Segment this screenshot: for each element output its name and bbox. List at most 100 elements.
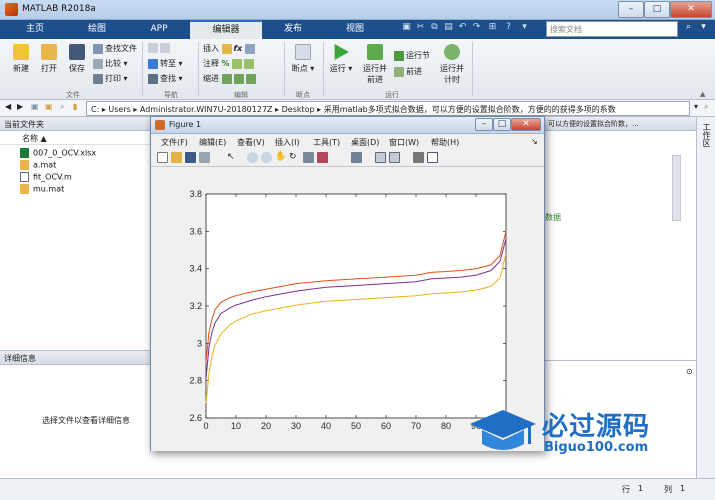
search-folder-icon[interactable]: ⌕ [60,102,64,112]
tab-publish[interactable]: 发布 [262,20,324,39]
tab-home[interactable]: 主页 [4,20,66,39]
figure-maximize-button[interactable]: □ [493,118,511,131]
menu-help[interactable]: 帮助(H) [431,137,459,148]
colorbar-icon[interactable] [375,152,386,163]
name-column-header[interactable]: 名称 ▲ [22,133,47,144]
hide-plot-tools-icon[interactable] [413,152,424,163]
open-button[interactable]: 打开 [36,44,62,74]
uncomment-icon [244,58,255,69]
save-figure-icon[interactable] [185,152,196,163]
group-label-breakpoints: 断点 [296,91,310,99]
group-label-navigate: 导航 [164,91,178,99]
menu-tools[interactable]: 工具(T) [313,137,340,148]
command-window-dropdown-icon[interactable]: ⊙ [686,367,693,376]
advance-button[interactable]: 前进 [394,66,422,77]
mat-file-icon [20,160,29,170]
save-button[interactable]: 保存 [64,44,90,74]
link-plot-icon[interactable] [351,152,362,163]
browse-folder-icon[interactable]: ▣ [31,102,39,111]
figure-window[interactable]: Figure 1 – □ ✕ 文件(F) 编辑(E) 查看(V) 插入(I) 工… [150,116,545,451]
maximize-button[interactable]: □ [644,1,670,18]
compare-button[interactable]: 比较 ▾ [93,58,128,69]
breakpoints-button[interactable]: 断点 ▾ [290,44,316,74]
show-plot-tools-icon[interactable] [427,152,438,163]
zoom-in-icon[interactable] [247,152,258,163]
new-button[interactable]: 新建 [8,44,34,74]
menu-window[interactable]: 窗口(W) [389,137,419,148]
current-path-field[interactable]: C: ▸ Users ▸ Administrator.WIN7U-2018012… [86,101,690,116]
zoom-out-icon[interactable] [261,152,272,163]
list-item[interactable]: fit_OCV.m [20,172,72,182]
search-docs-input[interactable]: 搜索文档 [546,21,678,37]
copy-quick-icon[interactable]: ⧉ [428,22,441,36]
run-section-button[interactable]: 运行节 [394,50,430,61]
percent-icon[interactable]: % [222,59,230,68]
run-section-icon [394,50,404,61]
find-button[interactable]: 查找 ▾ [148,73,183,84]
figure-minimize-button[interactable]: – [475,118,493,131]
editor-scrollbar[interactable] [672,155,681,221]
figure-toolbar: ↖ ✋ ↻ [151,149,544,167]
open-file-icon[interactable] [171,152,182,163]
help-quick-icon[interactable]: ? [502,22,515,36]
watermark: 必过源码 Biguo100.com [468,404,708,460]
forward-arrow-icon[interactable]: ▶ [17,102,23,111]
brush-icon[interactable] [317,152,328,163]
undo-quick-icon[interactable]: ↶ [456,22,469,36]
nav-back-forward[interactable] [148,43,172,53]
list-item[interactable]: 007_0_OCV.xlsx [20,148,96,158]
back-arrow-icon[interactable]: ◀ [5,102,11,111]
figure-close-button[interactable]: ✕ [511,118,541,131]
menu-file[interactable]: 文件(F) [161,137,188,148]
menu-desktop[interactable]: 桌面(D) [351,137,379,148]
print-button[interactable]: 打印 ▾ [93,73,128,84]
excel-file-icon [20,148,29,158]
print-figure-icon[interactable] [199,152,210,163]
pan-icon[interactable]: ✋ [275,152,286,163]
menu-dock-icon[interactable]: ↘ [531,137,538,146]
goto-button[interactable]: 转至 ▾ [148,58,183,69]
close-button[interactable]: ✕ [670,1,712,18]
tab-apps[interactable]: APP [128,20,190,39]
list-item[interactable]: a.mat [20,160,56,170]
mat-file-icon [20,184,29,194]
paste-quick-icon[interactable]: ▤ [442,22,455,36]
run-advance-button[interactable]: 运行并 前进 [359,44,391,85]
collapse-ribbon-icon[interactable]: ▲ [700,90,705,98]
path-dropdown-icon[interactable]: ▾ [694,102,698,111]
switch-windows-icon[interactable]: ⊞ [486,22,499,36]
list-item[interactable]: mu.mat [20,184,64,194]
find-files-button[interactable]: 查找文件 [93,43,137,54]
path-search-icon[interactable]: ⌕ [704,102,708,112]
data-cursor-icon[interactable] [303,152,314,163]
menu-insert[interactable]: 插入(I) [275,137,300,148]
run-button[interactable]: 运行 ▾ [328,44,354,74]
menu-edit[interactable]: 编辑(E) [199,137,226,148]
run-and-time-button[interactable]: 运行并 计时 [436,44,468,85]
tab-plots[interactable]: 绘图 [66,20,128,39]
tab-view[interactable]: 视图 [324,20,386,39]
rotate-icon[interactable]: ↻ [289,152,300,163]
tab-editor[interactable]: 编辑器 [190,20,262,39]
pointer-icon[interactable]: ↖ [227,152,238,163]
indent-button[interactable]: 缩进 [203,73,258,84]
group-label-run: 运行 [385,91,399,99]
legend-icon[interactable] [389,152,400,163]
dropdown-quick-icon[interactable]: ▾ [518,22,531,36]
notification-icon[interactable]: ▾ [697,22,710,36]
menu-view[interactable]: 查看(V) [237,137,265,148]
comment-button[interactable]: 注释 % [203,58,256,69]
search-icon[interactable]: ⌕ [682,22,695,36]
breakpoint-icon [295,44,311,60]
minimize-button[interactable]: – [618,1,644,18]
save-quick-icon[interactable]: ▣ [400,22,413,36]
new-figure-icon[interactable] [157,152,168,163]
fx-icon[interactable]: fx [234,44,243,53]
col-value: 1 [680,484,686,493]
redo-quick-icon[interactable]: ↷ [470,22,483,36]
editor-tab[interactable]: 可以方便的设置拟合阶数，... [544,117,699,131]
insert-button[interactable]: 插入 fx [203,43,257,54]
run-play-icon [334,44,349,60]
cut-quick-icon[interactable]: ✂ [414,22,427,36]
up-folder-icon[interactable]: ▣ [45,102,53,111]
